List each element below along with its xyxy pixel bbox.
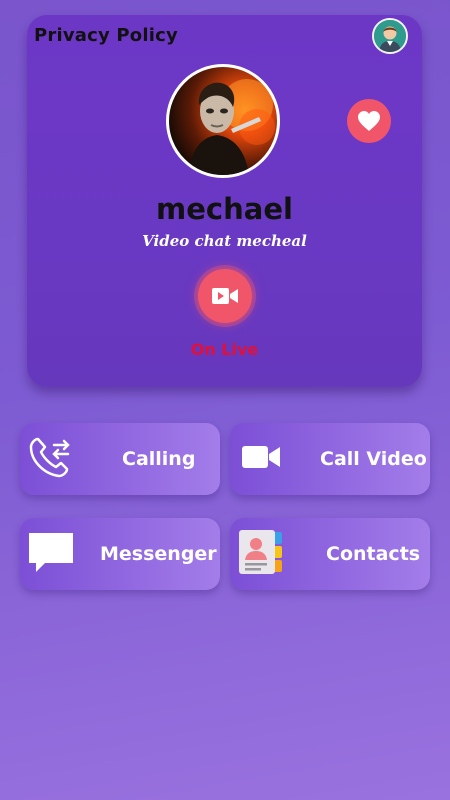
video-camera-icon [241,443,281,475]
contacts-label: Contacts [326,543,421,565]
call-video-button[interactable]: Call Video [230,423,430,495]
profile-card: Privacy Policy mechael Video chat mechea… [27,15,422,387]
messenger-label: Messenger [100,543,217,565]
live-status-label: On Live [190,340,259,359]
privacy-policy-link[interactable]: Privacy Policy [34,25,178,46]
user-avatar-icon[interactable] [372,18,408,54]
call-video-label: Call Video [320,448,427,470]
start-video-call-button[interactable] [198,269,252,323]
profile-photo [166,64,280,178]
chat-bubble-icon [27,530,75,578]
video-camera-icon [212,288,238,304]
heart-button[interactable] [347,99,391,143]
phone-transfer-icon [26,433,74,485]
contacts-button[interactable]: Contacts [230,518,430,590]
calling-button[interactable]: Calling [20,423,220,495]
heart-icon [358,111,380,131]
messenger-button[interactable]: Messenger [20,518,220,590]
profile-name: mechael [156,192,293,226]
contacts-book-icon [237,529,285,579]
calling-label: Calling [122,448,196,470]
profile-tagline: Video chat mecheal [142,232,307,250]
